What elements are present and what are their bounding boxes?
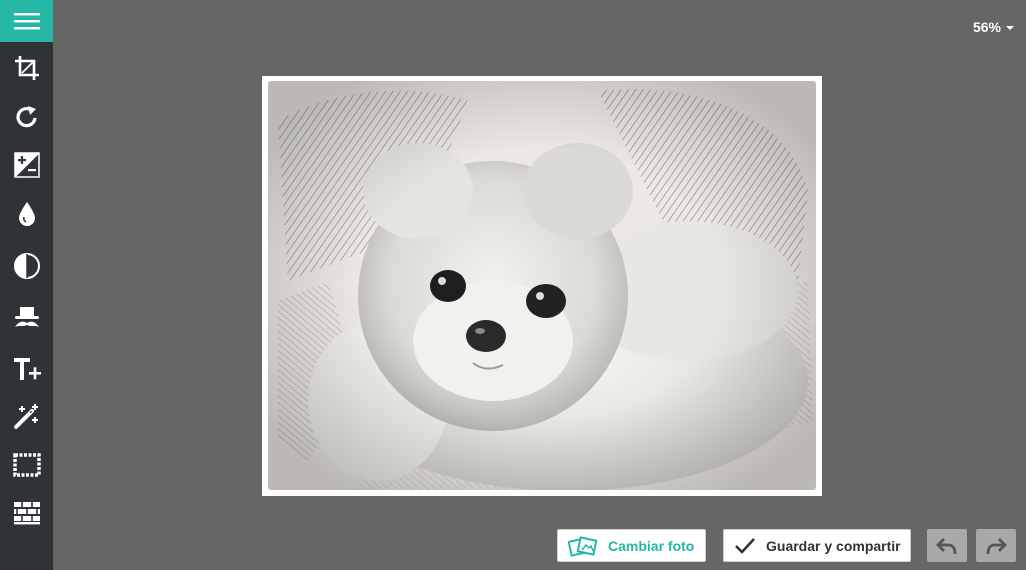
tool-frames[interactable] — [0, 443, 53, 487]
magic-wand-icon — [13, 404, 38, 429]
frame-icon — [12, 453, 41, 477]
hat-mustache-icon — [14, 307, 39, 327]
change-photo-label: Cambiar foto — [608, 537, 695, 554]
photo-canvas[interactable] — [262, 76, 822, 496]
contrast-icon — [13, 253, 40, 279]
pencil-sketch-puppy-photo — [268, 81, 816, 490]
photos-icon — [568, 535, 598, 557]
exposure-icon — [13, 152, 40, 178]
undo-button[interactable] — [927, 529, 967, 562]
tool-text[interactable] — [0, 347, 53, 391]
hamburger-menu-icon — [13, 13, 40, 30]
undo-icon — [936, 537, 957, 554]
redo-button[interactable] — [976, 529, 1016, 562]
tool-sidebar — [0, 0, 53, 570]
rotate-icon — [15, 106, 37, 128]
tool-rotate[interactable] — [0, 95, 53, 139]
save-share-label: Guardar y compartir — [766, 537, 901, 554]
tool-textures[interactable] — [0, 491, 53, 535]
checkmark-icon — [735, 537, 755, 554]
crop-icon — [14, 56, 39, 80]
tool-retouch[interactable] — [0, 394, 53, 438]
tool-exposure[interactable] — [0, 143, 53, 187]
tool-color[interactable] — [0, 192, 53, 236]
drop-icon — [18, 202, 35, 226]
texture-icon — [13, 502, 40, 525]
save-share-button[interactable]: Guardar y compartir — [723, 529, 911, 562]
add-text-icon — [13, 358, 41, 380]
redo-icon — [986, 537, 1007, 554]
change-photo-button[interactable]: Cambiar foto — [557, 529, 706, 562]
tool-stickers[interactable] — [0, 296, 53, 340]
tool-effects[interactable] — [0, 244, 53, 288]
tool-crop[interactable] — [0, 46, 53, 90]
zoom-dropdown[interactable]: 56% — [973, 19, 1014, 35]
menu-button[interactable] — [0, 0, 53, 42]
chevron-down-icon — [1006, 25, 1014, 30]
zoom-value: 56% — [972, 19, 1001, 35]
